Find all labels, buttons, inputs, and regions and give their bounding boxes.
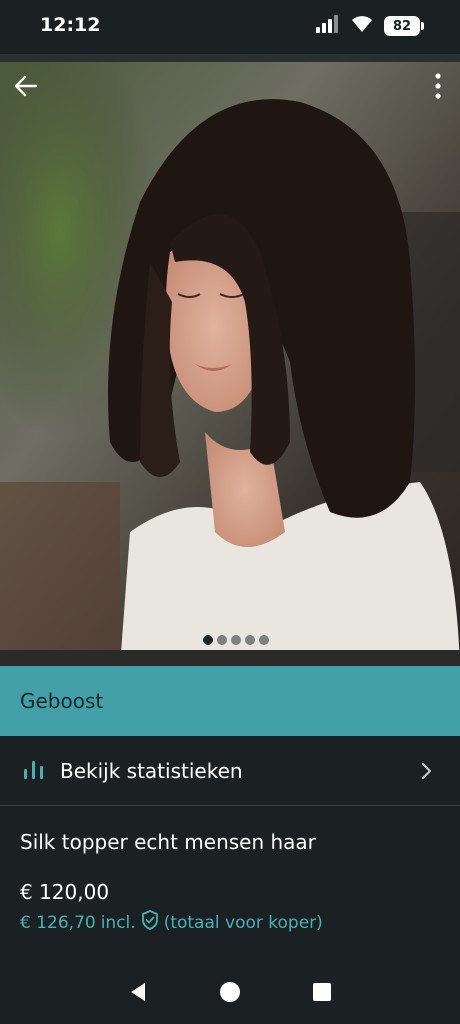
home-circle-icon <box>220 982 240 1002</box>
nav-back-button[interactable] <box>118 972 158 1012</box>
price-incl-value: € 126,70 <box>20 912 96 933</box>
recents-square-icon <box>313 983 331 1001</box>
status-icons: 82 <box>316 15 424 37</box>
photo-bottom-strip <box>0 650 460 666</box>
boost-label: Geboost <box>20 689 104 713</box>
photo-illustration <box>0 62 460 666</box>
status-bar: 12:12 82 <box>0 0 460 54</box>
pagination-dot[interactable] <box>203 635 213 645</box>
price-incl-protection[interactable]: € 126,70 incl. (totaal voor koper) <box>20 910 323 935</box>
back-button[interactable] <box>12 72 44 100</box>
signal-icon <box>316 15 340 37</box>
incl-note: (totaal voor koper) <box>163 912 323 933</box>
nav-recents-button[interactable] <box>302 972 342 1012</box>
pagination-dot[interactable] <box>217 635 227 645</box>
view-statistics-label: Bekijk statistieken <box>60 758 243 783</box>
pagination-dot[interactable] <box>259 635 269 645</box>
more-options-button[interactable] <box>430 70 446 102</box>
pagination-dot[interactable] <box>231 635 241 645</box>
battery-icon: 82 <box>384 16 424 36</box>
pagination-dot[interactable] <box>245 635 255 645</box>
listing-title: Silk topper echt mensen haar <box>20 830 316 854</box>
shield-check-icon <box>141 910 159 935</box>
status-time: 12:12 <box>40 14 101 36</box>
chevron-right-icon <box>420 762 432 784</box>
listing-photo[interactable] <box>0 62 460 666</box>
more-vertical-icon <box>435 73 441 99</box>
nav-home-button[interactable] <box>210 972 250 1012</box>
view-statistics-row[interactable]: Bekijk statistieken <box>0 736 460 806</box>
photo-pagination <box>0 635 460 645</box>
incl-label: incl. <box>100 912 136 933</box>
boost-banner: Geboost <box>0 666 460 736</box>
back-triangle-icon <box>131 983 145 1001</box>
battery-level: 82 <box>392 18 412 34</box>
bar-chart-icon <box>22 757 46 785</box>
system-nav-bar <box>0 960 460 1024</box>
back-arrow-icon <box>14 75 38 97</box>
photo-top-strip <box>0 54 460 62</box>
wifi-icon <box>350 15 374 37</box>
listing-price: € 120,00 <box>20 880 110 904</box>
